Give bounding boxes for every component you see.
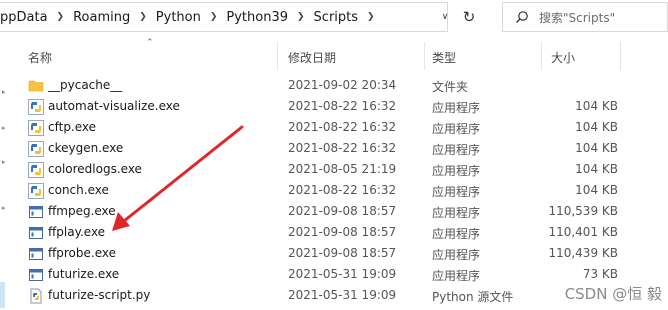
breadcrumb-roaming[interactable]: Roaming xyxy=(73,10,130,25)
column-divider[interactable] xyxy=(277,42,278,70)
file-type: 应用程序 xyxy=(432,164,481,178)
file-date: 2021-09-08 18:57 xyxy=(288,246,397,260)
column-header-date[interactable]: 修改日期 xyxy=(288,49,336,66)
window-exe-icon xyxy=(28,225,44,241)
column-header-name[interactable]: 名称 xyxy=(28,49,52,66)
file-date: 2021-05-31 19:09 xyxy=(288,288,397,302)
breadcrumb-python39[interactable]: Python39 xyxy=(226,10,288,25)
address-bar[interactable]: ppData ❯ Roaming ❯ Python ❯ Python39 ❯ S… xyxy=(0,2,448,32)
expand-arrow-icon[interactable]: ▸ xyxy=(2,88,6,96)
file-name[interactable]: ffprobe.exe xyxy=(48,246,116,260)
file-date: 2021-09-02 20:34 xyxy=(288,78,397,92)
search-placeholder[interactable]: 搜索"Scripts" xyxy=(539,9,615,26)
file-row[interactable]: automat-visualize.exe 2021-08-22 16:32 应… xyxy=(12,96,658,117)
breadcrumb-appdata[interactable]: ppData xyxy=(0,10,48,25)
navigation-pane[interactable]: ▸ ▸ ▸ ▸ xyxy=(0,40,12,310)
file-name[interactable]: futurize-script.py xyxy=(48,288,150,302)
file-type: 应用程序 xyxy=(432,227,481,241)
file-size: 110,401 KB xyxy=(548,225,618,239)
file-name[interactable]: __pycache__ xyxy=(48,78,122,92)
file-date: 2021-09-08 18:57 xyxy=(288,225,397,239)
column-header-row: ⌃ 名称 修改日期 类型 大小 xyxy=(0,38,668,72)
python-file-icon xyxy=(28,288,44,304)
python-exe-icon xyxy=(28,141,44,157)
file-size: 104 KB xyxy=(575,183,618,197)
python-exe-icon xyxy=(28,183,44,199)
expand-arrow-icon[interactable]: ▸ xyxy=(2,158,6,166)
file-name[interactable]: conch.exe xyxy=(48,183,109,197)
python-exe-icon xyxy=(28,162,44,178)
search-icon xyxy=(515,9,531,25)
file-type: 应用程序 xyxy=(432,101,481,115)
refresh-icon[interactable]: ↻ xyxy=(458,6,480,28)
folder-icon xyxy=(28,78,44,94)
chevron-right-icon[interactable]: ❯ xyxy=(367,12,375,22)
file-name[interactable]: ckeygen.exe xyxy=(48,141,123,155)
file-type: 应用程序 xyxy=(432,269,481,283)
sort-ascending-icon: ⌃ xyxy=(146,38,154,48)
expand-arrow-icon[interactable]: ▸ xyxy=(2,124,6,132)
file-name[interactable]: ffmpeg.exe xyxy=(48,204,116,218)
file-date: 2021-09-08 18:57 xyxy=(288,204,397,218)
file-type: 应用程序 xyxy=(432,185,481,199)
file-type: 应用程序 xyxy=(432,143,481,157)
file-row[interactable]: cftp.exe 2021-08-22 16:32 应用程序 104 KB xyxy=(12,117,658,138)
column-header-size[interactable]: 大小 xyxy=(551,49,575,66)
column-divider[interactable] xyxy=(424,42,425,70)
expand-arrow-icon[interactable]: ▸ xyxy=(2,204,6,212)
file-name[interactable]: coloredlogs.exe xyxy=(48,162,142,176)
file-row[interactable]: conch.exe 2021-08-22 16:32 应用程序 104 KB xyxy=(12,180,658,201)
file-name[interactable]: futurize.exe xyxy=(48,267,119,281)
file-name[interactable]: automat-visualize.exe xyxy=(48,99,180,113)
file-date: 2021-08-22 16:32 xyxy=(288,141,397,155)
file-date: 2021-08-22 16:32 xyxy=(288,120,397,134)
chevron-right-icon[interactable]: ❯ xyxy=(57,12,65,22)
file-name[interactable]: cftp.exe xyxy=(48,120,96,134)
file-row[interactable]: coloredlogs.exe 2021-08-05 21:19 应用程序 10… xyxy=(12,159,658,180)
file-type: 应用程序 xyxy=(432,206,481,220)
nav-selected-indicator xyxy=(0,282,5,308)
window-exe-icon xyxy=(28,204,44,220)
file-row[interactable]: __pycache__ 2021-09-02 20:34 文件夹 xyxy=(12,75,658,96)
window-exe-icon xyxy=(28,267,44,283)
window-exe-icon xyxy=(28,246,44,262)
breadcrumb-scripts[interactable]: Scripts xyxy=(314,10,358,25)
file-type: Python 源文件 xyxy=(432,290,514,304)
file-size: 73 KB xyxy=(582,267,618,281)
file-size: 110,439 KB xyxy=(548,246,618,260)
file-size: 104 KB xyxy=(575,162,618,176)
python-exe-icon xyxy=(28,99,44,115)
column-divider[interactable] xyxy=(620,42,621,70)
file-type: 应用程序 xyxy=(432,248,481,262)
column-divider[interactable] xyxy=(541,42,542,70)
file-date: 2021-08-22 16:32 xyxy=(288,99,397,113)
column-header-type[interactable]: 类型 xyxy=(432,49,456,66)
file-row[interactable]: ffprobe.exe 2021-09-08 18:57 应用程序 110,43… xyxy=(12,243,658,264)
address-dropdown-icon[interactable]: ∨ xyxy=(430,2,460,32)
file-size: 104 KB xyxy=(575,120,618,134)
file-row[interactable]: ckeygen.exe 2021-08-22 16:32 应用程序 104 KB xyxy=(12,138,658,159)
file-type: 文件夹 xyxy=(432,80,469,94)
file-name[interactable]: ffplay.exe xyxy=(48,225,105,239)
chevron-right-icon[interactable]: ❯ xyxy=(297,12,305,22)
chevron-right-icon[interactable]: ❯ xyxy=(210,12,218,22)
breadcrumb-python[interactable]: Python xyxy=(156,10,201,25)
file-size: 104 KB xyxy=(575,99,618,113)
file-size: 104 KB xyxy=(575,141,618,155)
file-date: 2021-08-22 16:32 xyxy=(288,183,397,197)
file-size: 110,539 KB xyxy=(548,204,618,218)
search-box[interactable]: 搜索"Scripts" xyxy=(502,2,668,32)
file-type: 应用程序 xyxy=(432,122,481,136)
watermark: CSDN @恒 毅 xyxy=(564,285,662,303)
file-row[interactable]: ffmpeg.exe 2021-09-08 18:57 应用程序 110,539… xyxy=(12,201,658,222)
chevron-right-icon[interactable]: ❯ xyxy=(139,12,147,22)
python-exe-icon xyxy=(28,120,44,136)
file-date: 2021-05-31 19:09 xyxy=(288,267,397,281)
file-row[interactable]: futurize.exe 2021-05-31 19:09 应用程序 73 KB xyxy=(12,264,658,285)
file-row[interactable]: futurize-script.py 2021-05-31 19:09 Pyth… xyxy=(12,285,658,306)
file-row[interactable]: ffplay.exe 2021-09-08 18:57 应用程序 110,401… xyxy=(12,222,658,243)
file-date: 2021-08-05 21:19 xyxy=(288,162,397,176)
